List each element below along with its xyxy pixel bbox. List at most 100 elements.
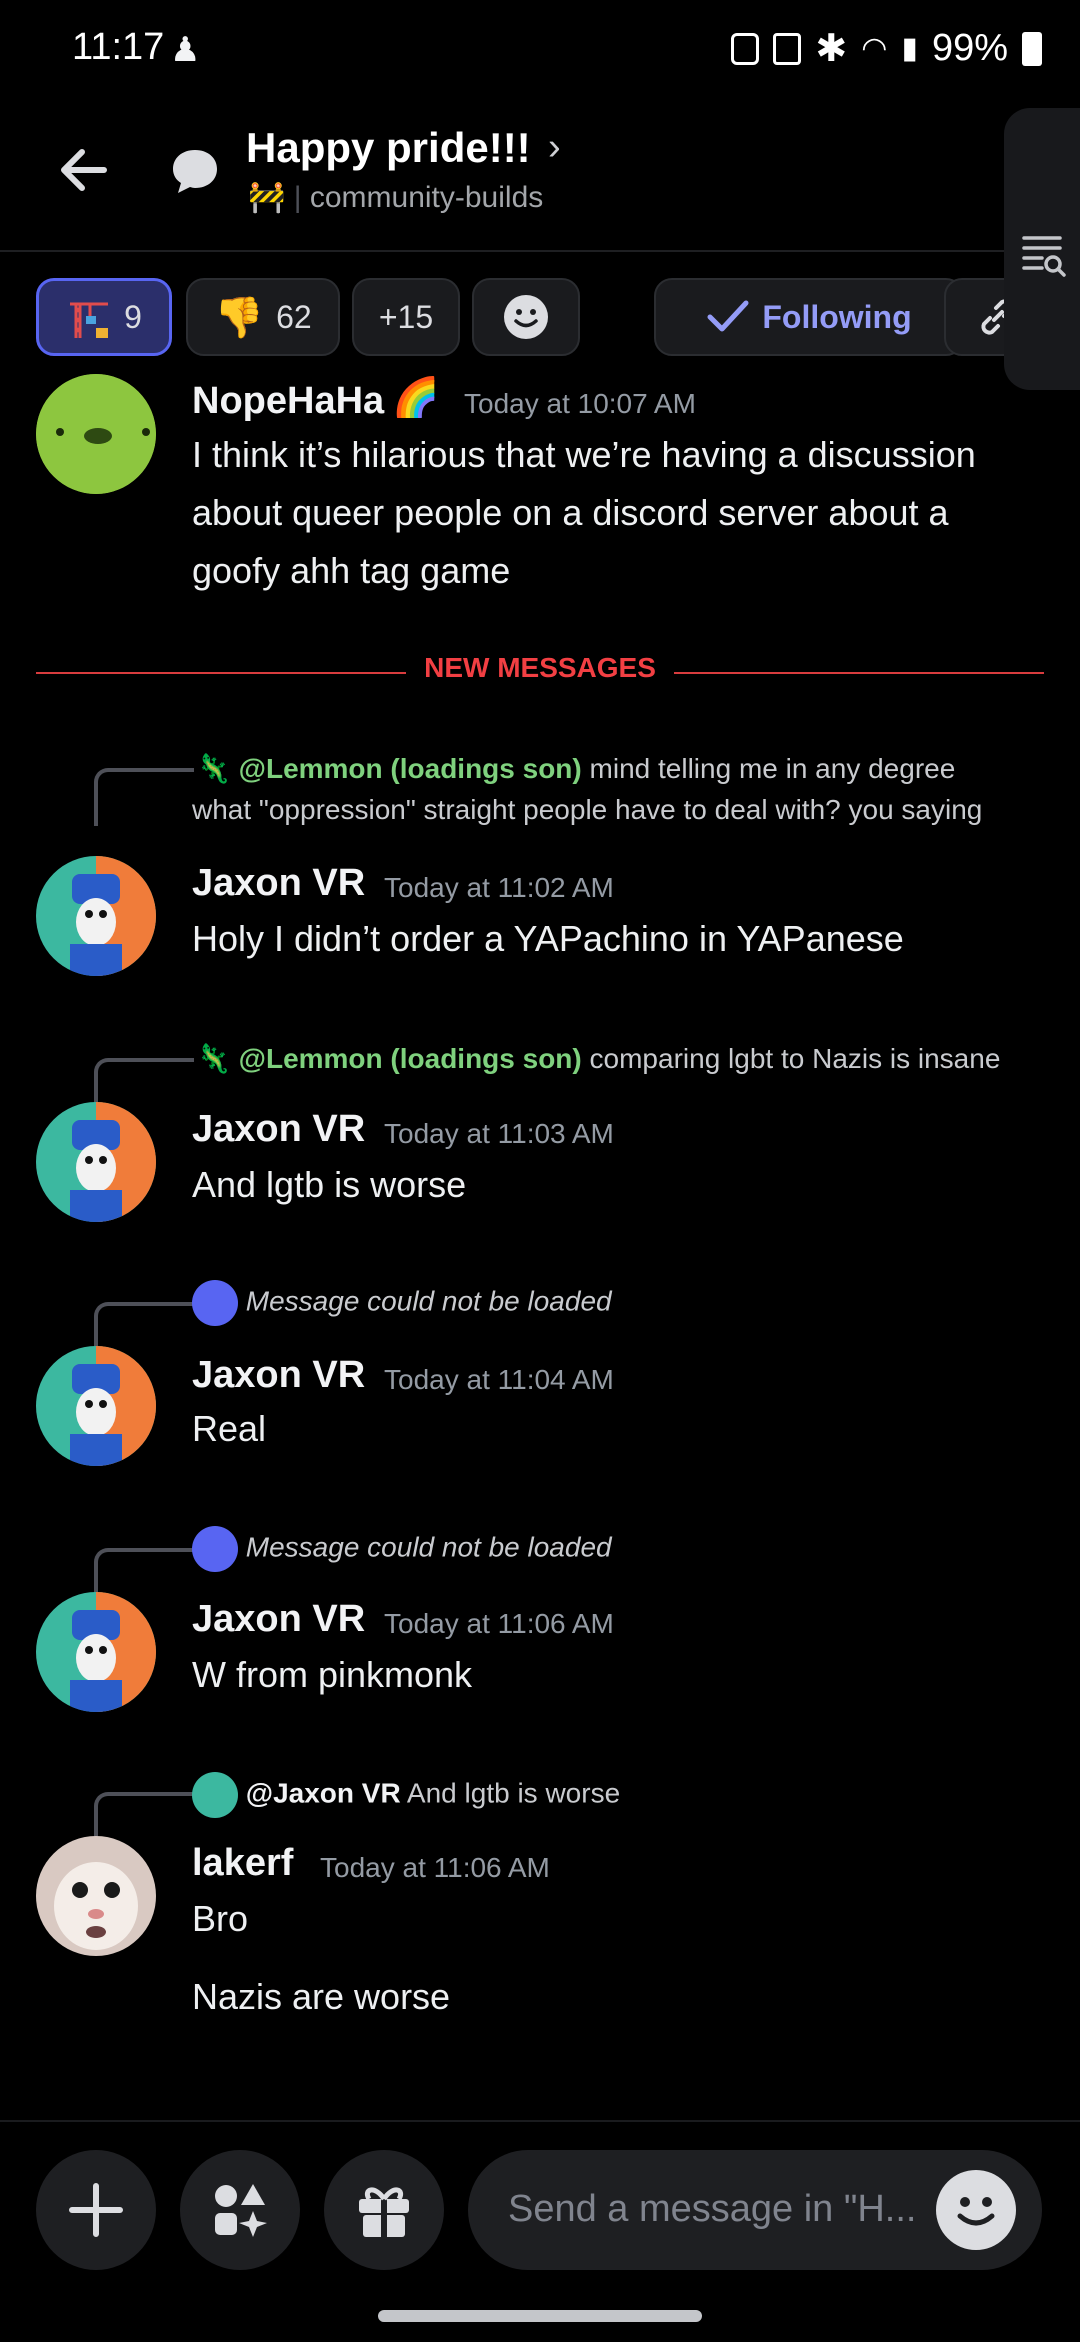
new-messages-divider-line	[36, 672, 406, 674]
avatar[interactable]	[36, 1836, 156, 1956]
new-messages-divider-line	[674, 672, 1044, 674]
reaction-crane[interactable]: 9	[36, 278, 172, 356]
following-label: Following	[762, 298, 912, 335]
discord-logo-icon	[192, 1526, 238, 1572]
reply-preview[interactable]: Message could not be loaded	[192, 1280, 612, 1326]
message-timestamp: Today at 11:04 AM	[384, 1364, 614, 1395]
reply-text: Message could not be loaded	[245, 1285, 612, 1317]
nfc-icon	[773, 32, 802, 65]
gift-icon	[359, 2187, 409, 2237]
plus-icon	[69, 2183, 123, 2237]
message-author[interactable]: Jaxon VR	[192, 1598, 365, 1641]
add-reaction-icon	[504, 295, 548, 339]
message-content[interactable]: Nazis are worse	[192, 1968, 450, 2026]
message-content[interactable]: W from pinkmonk	[192, 1646, 472, 1704]
message-content[interactable]: And lgtb is worse	[192, 1156, 466, 1214]
discord-logo-icon	[192, 1280, 238, 1326]
message-author[interactable]: Jaxon VR	[192, 1354, 365, 1397]
notification-icon: ♟	[170, 31, 201, 69]
reaction-count: 62	[276, 298, 312, 335]
reply-text: Message could not be loaded	[245, 1531, 612, 1563]
message-content[interactable]: I think it’s hilarious that we’re having…	[192, 426, 976, 600]
emoji-icon	[957, 2197, 995, 2226]
channel-name: community-builds	[309, 181, 544, 214]
thread-title[interactable]: Happy pride!!!	[246, 124, 531, 172]
reply-preview[interactable]: 🦎 @Lemmon (loadings son) comparing lgbt …	[196, 1042, 1000, 1075]
avatar[interactable]	[36, 856, 156, 976]
more-reactions-label: +15	[378, 298, 434, 335]
back-arrow-icon[interactable]	[52, 138, 116, 202]
gesture-nav-bar[interactable]	[378, 2310, 702, 2322]
avatar[interactable]	[36, 1102, 156, 1222]
message-timestamp: Today at 11:02 AM	[384, 872, 614, 903]
apps-icon	[215, 2184, 267, 2237]
emoji-picker-button[interactable]	[936, 2170, 1016, 2250]
reply-text: And lgtb is worse	[406, 1777, 621, 1809]
message-timestamp: Today at 11:03 AM	[384, 1118, 614, 1149]
user-avatar-image	[36, 374, 156, 494]
avatar[interactable]	[36, 374, 156, 494]
new-messages-divider-label: NEW MESSAGES	[424, 652, 656, 683]
checkmark-icon	[707, 300, 749, 332]
message-input[interactable]: Send a message in "H...	[468, 2150, 1042, 2270]
jaxon-avatar-image	[36, 1592, 156, 1712]
reply-text: mind telling me in any degree	[589, 753, 956, 784]
message-composer: Send a message in "H...	[0, 2120, 1080, 2342]
lemmon-avatar-icon: 🦎	[196, 753, 231, 784]
message-content[interactable]: Bro	[192, 1890, 248, 1948]
status-icons: ✱ ◠ ▮ 99%	[731, 26, 1042, 71]
add-reaction-button[interactable]	[472, 278, 580, 356]
lemmon-avatar-icon: 🦎	[196, 1043, 231, 1074]
more-reactions-button[interactable]: +15	[352, 278, 460, 356]
message-author[interactable]: NopeHaHa	[192, 380, 384, 423]
message-line: I think it’s hilarious that we’re having…	[192, 434, 976, 475]
jaxon-mini-avatar	[192, 1772, 238, 1818]
thumbs-down-emoji-icon: 👎	[214, 295, 265, 340]
thread-header: Happy pride!!! › 🚧 | community-builds	[0, 100, 1080, 252]
message-content[interactable]: Real	[192, 1400, 266, 1458]
reply-connector	[94, 768, 194, 826]
avatar[interactable]	[36, 1592, 156, 1712]
status-bar: 11:17 ♟ ✱ ◠ ▮ 99%	[0, 0, 1080, 100]
message-author[interactable]: Jaxon VR	[192, 1108, 365, 1151]
reply-text-continued: what "oppression" straight people have t…	[192, 794, 983, 825]
reply-preview[interactable]: Message could not be loaded	[192, 1526, 612, 1572]
reply-mention: @Jaxon VR	[245, 1777, 401, 1809]
reply-mention: @Lemmon (loadings son)	[238, 753, 582, 784]
reply-preview[interactable]: @Jaxon VR And lgtb is worse	[192, 1772, 620, 1818]
reply-text: comparing lgbt to Nazis is insane	[589, 1043, 1001, 1074]
apps-button[interactable]	[180, 2150, 300, 2270]
status-time: 11:17	[72, 26, 165, 68]
crane-emoji-icon	[70, 302, 109, 338]
reaction-thumbs-down[interactable]: 👎 62	[186, 278, 340, 356]
battery-icon	[1022, 31, 1042, 66]
reply-preview[interactable]: 🦎 @Lemmon (loadings son) mind telling me…	[196, 752, 955, 785]
message-line: about queer people on a discord server a…	[192, 492, 949, 533]
thread-search-icon	[1022, 236, 1066, 277]
jaxon-avatar-image	[36, 1102, 156, 1222]
chevron-right-icon[interactable]: ›	[548, 126, 561, 169]
channel-breadcrumb[interactable]: 🚧 | community-builds	[248, 180, 543, 215]
lakerf-avatar-image	[36, 1836, 156, 1956]
message-timestamp: Today at 11:06 AM	[384, 1608, 614, 1639]
avatar[interactable]	[36, 1346, 156, 1466]
following-button[interactable]: Following	[654, 278, 964, 356]
message-content[interactable]: Holy I didn’t order a YAPachino in YAPan…	[192, 910, 904, 968]
reaction-count: 9	[124, 298, 142, 335]
battery-saver-icon	[731, 32, 760, 65]
message-timestamp: Today at 11:06 AM	[320, 1852, 550, 1883]
reply-mention: @Lemmon (loadings son)	[238, 1043, 582, 1074]
message-input-placeholder: Send a message in "H...	[508, 2188, 917, 2230]
attach-button[interactable]	[36, 2150, 156, 2270]
message-author[interactable]: Jaxon VR	[192, 862, 365, 905]
jaxon-avatar-image	[36, 856, 156, 976]
gift-button[interactable]	[324, 2150, 444, 2270]
battery-percent: 99%	[931, 27, 1008, 69]
member-list-drawer-tab[interactable]	[1004, 108, 1080, 390]
signal-icon: ▮	[901, 32, 918, 65]
bluetooth-icon: ✱	[815, 28, 848, 70]
message-author[interactable]: lakerf	[192, 1842, 293, 1885]
message-timestamp: Today at 10:07 AM	[464, 388, 696, 419]
jaxon-avatar-image	[36, 1346, 156, 1466]
rainbow-badge-icon: 🌈	[392, 377, 440, 419]
